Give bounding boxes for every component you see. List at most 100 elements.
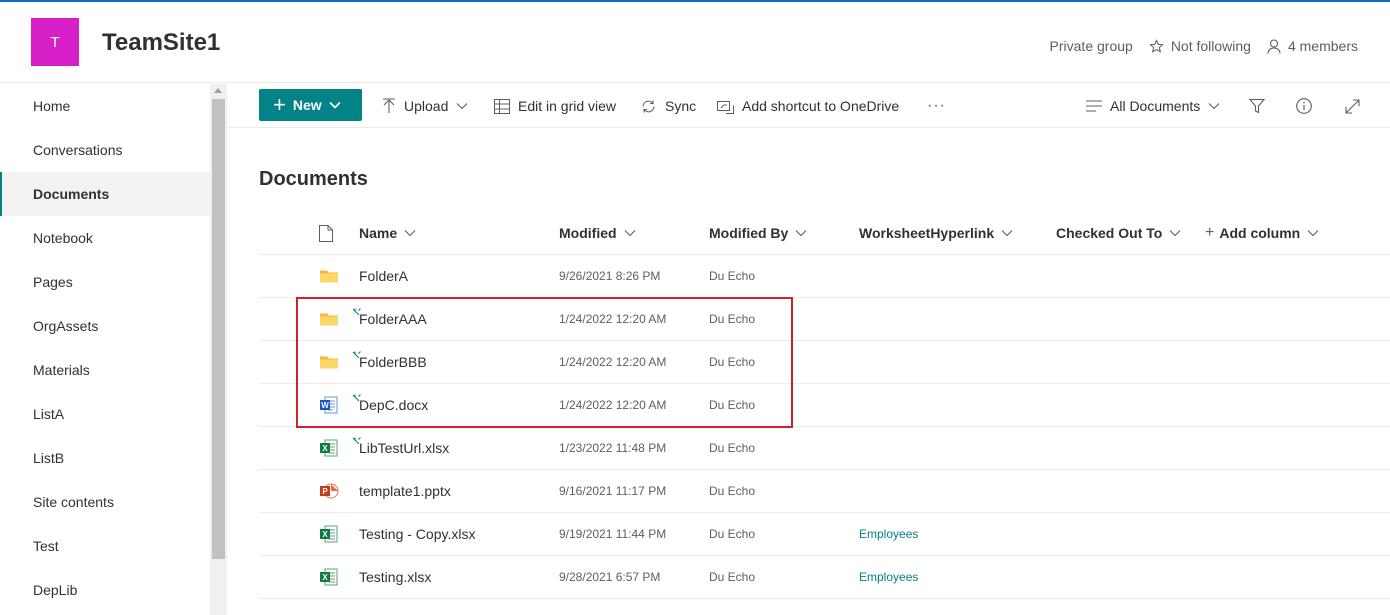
command-bar: + New Upload Edit in grid view Sync Add …: [227, 84, 1390, 128]
sidebar-item-label: Materials: [33, 362, 90, 378]
name-column-header[interactable]: Name: [359, 211, 416, 255]
svg-text:X: X: [322, 530, 328, 539]
table-row[interactable]: W DepC.docx 1/24/2022 12:20 AM Du Echo: [259, 384, 1390, 427]
new-button[interactable]: + New: [259, 89, 362, 121]
site-header: T TeamSite1 Private group Not following …: [0, 2, 1390, 83]
modified-by[interactable]: Du Echo: [709, 427, 755, 469]
file-name-link[interactable]: FolderA: [359, 255, 408, 297]
sidebar-item-test[interactable]: Test: [0, 524, 210, 568]
list-view-icon: [1086, 100, 1102, 112]
site-title[interactable]: TeamSite1: [102, 29, 220, 57]
expand-icon: [1345, 98, 1360, 114]
follow-button[interactable]: Not following: [1148, 38, 1251, 54]
person-icon: [1267, 38, 1281, 54]
modified-by[interactable]: Du Echo: [709, 470, 755, 512]
modified-column-header[interactable]: Modified: [559, 211, 636, 255]
table-row[interactable]: FolderBBB 1/24/2022 12:20 AM Du Echo: [259, 341, 1390, 384]
modified-by-column-header[interactable]: Modified By: [709, 211, 807, 255]
table-row[interactable]: X Testing - Copy.xlsx 9/19/2021 11:44 PM Du…: [259, 513, 1390, 556]
modified-by[interactable]: Du Echo: [709, 513, 755, 555]
svg-text:W: W: [321, 401, 329, 410]
sync-icon: [642, 100, 655, 112]
table-row[interactable]: FolderA 9/26/2021 8:26 PM Du Echo: [259, 255, 1390, 298]
sidebar-item-pages[interactable]: Pages: [0, 260, 210, 304]
table-row[interactable]: FolderAAA 1/24/2022 12:20 AM Du Echo: [259, 298, 1390, 341]
checked-out-to-column-header[interactable]: Checked Out To: [1056, 211, 1181, 255]
worksheet-hyperlink[interactable]: Employees: [859, 513, 918, 555]
upload-button[interactable]: Upload: [382, 84, 468, 128]
list-header: Name Modified Modified By WorksheetHyper…: [259, 211, 1390, 255]
more-commands-button[interactable]: ···: [927, 84, 946, 128]
fullscreen-button[interactable]: [1345, 84, 1368, 128]
star-icon: [1148, 38, 1164, 53]
file-name-link[interactable]: Testing - Copy.xlsx: [359, 513, 475, 555]
modified-by[interactable]: Du Echo: [709, 298, 755, 340]
members-button[interactable]: 4 members: [1267, 38, 1358, 54]
modified-by-column-label: Modified By: [709, 225, 789, 241]
table-row[interactable]: Ptemplate1.pptx 9/16/2021 11:17 PM Du Echo: [259, 470, 1390, 513]
table-row[interactable]: X Testing.xlsx 9/28/2021 6:57 PM Du Echo Emp…: [259, 556, 1390, 599]
sidebar-item-site-contents[interactable]: Site contents: [0, 480, 210, 524]
file-name-link[interactable]: Testing.xlsx: [359, 556, 431, 598]
info-button[interactable]: [1296, 84, 1320, 128]
sidebar-item-home[interactable]: Home: [0, 84, 210, 128]
sidebar-item-conversations[interactable]: Conversations: [0, 128, 210, 172]
site-header-actions: Private group Not following 4 members: [1034, 38, 1358, 54]
privacy-label: Private group: [1050, 38, 1133, 54]
sidebar-item-notebook[interactable]: Notebook: [0, 216, 210, 260]
sidebar-item-lista[interactable]: ListA: [0, 392, 210, 436]
sync-label: Sync: [665, 98, 697, 114]
nav-scrollbar[interactable]: [210, 84, 227, 615]
sidebar-item-listb[interactable]: ListB: [0, 436, 210, 480]
edit-grid-view-button[interactable]: Edit in grid view: [494, 84, 616, 128]
sidebar-item-orgassets[interactable]: OrgAssets: [0, 304, 210, 348]
sidebar-item-label: ListA: [33, 406, 65, 422]
modified-column-label: Modified: [559, 225, 617, 241]
file-name-link[interactable]: FolderAAA: [359, 298, 427, 340]
powerpoint-file-icon: P: [319, 470, 339, 512]
sidebar-item-label: Notebook: [33, 230, 93, 246]
chevron-down-icon: [404, 230, 416, 237]
chevron-down-icon: [456, 103, 468, 110]
folder-icon: [319, 298, 339, 340]
new-button-label: New: [292, 97, 322, 113]
sidebar-item-deplib[interactable]: DepLib: [0, 568, 210, 612]
sidebar-item-label: ListB: [33, 450, 65, 466]
folder-icon: [319, 341, 339, 383]
scroll-up-arrow-icon[interactable]: [214, 88, 222, 93]
svg-text:P: P: [322, 487, 328, 496]
sidebar-item-label: DepLib: [33, 582, 78, 598]
modified-date: 9/16/2021 11:17 PM: [559, 484, 667, 498]
site-logo[interactable]: T: [31, 18, 79, 66]
filter-icon: [1249, 98, 1265, 114]
modified-by[interactable]: Du Echo: [709, 341, 755, 383]
modified-by[interactable]: Du Echo: [709, 384, 755, 426]
sync-button[interactable]: Sync: [640, 84, 696, 128]
scroll-thumb[interactable]: [212, 99, 225, 559]
add-column-button[interactable]: + Add column: [1205, 211, 1319, 255]
sidebar-item-label: Home: [33, 98, 71, 114]
more-icon: ···: [927, 97, 946, 114]
grid-icon: [494, 98, 510, 114]
sidebar-item-label: Conversations: [33, 142, 123, 158]
file-name-link[interactable]: DepC.docx: [359, 384, 428, 426]
sidebar-item-materials[interactable]: Materials: [0, 348, 210, 392]
worksheet-hyperlink-column-header[interactable]: WorksheetHyperlink: [859, 211, 1013, 255]
view-switcher[interactable]: All Documents: [1086, 84, 1220, 128]
plus-icon: +: [273, 92, 286, 117]
modified-date: 9/26/2021 8:26 PM: [559, 269, 661, 283]
file-name-link[interactable]: template1.pptx: [359, 470, 451, 512]
file-name-link[interactable]: FolderBBB: [359, 341, 427, 383]
file-name-link[interactable]: LibTestUrl.xlsx: [359, 427, 449, 469]
file-type-column-header[interactable]: [319, 211, 333, 255]
sidebar-item-documents[interactable]: Documents: [0, 172, 210, 216]
table-row[interactable]: X LibTestUrl.xlsx 1/23/2022 11:48 PM Du Ech…: [259, 427, 1390, 470]
folder-icon: [319, 255, 339, 297]
shortcut-icon: [717, 100, 734, 114]
worksheet-hyperlink[interactable]: Employees: [859, 556, 918, 598]
sidebar-item-label: Site contents: [33, 494, 114, 510]
add-shortcut-button[interactable]: Add shortcut to OneDrive: [717, 84, 899, 128]
modified-by[interactable]: Du Echo: [709, 556, 755, 598]
filter-button[interactable]: [1249, 84, 1273, 128]
modified-by[interactable]: Du Echo: [709, 255, 755, 297]
